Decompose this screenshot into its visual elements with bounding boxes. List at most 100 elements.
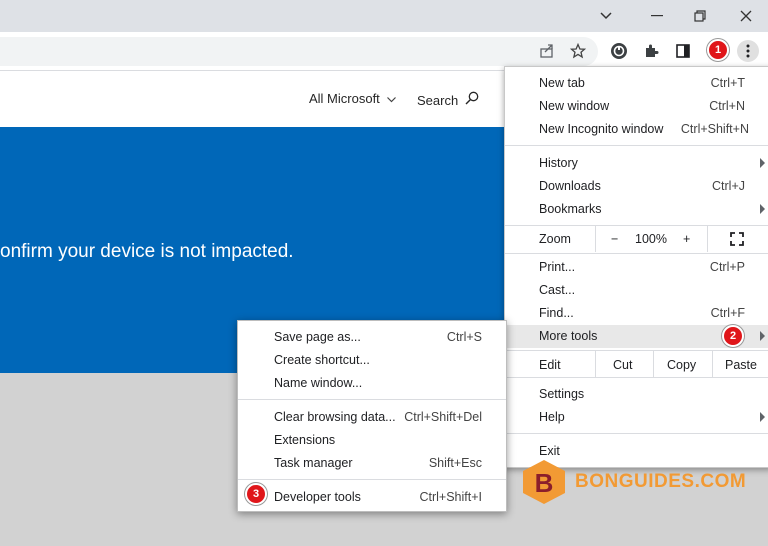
menu-item-shortcut: Ctrl+T (710, 76, 745, 90)
search-link[interactable]: Search (417, 91, 479, 108)
edit-label: Edit (539, 358, 561, 372)
menu-divider (505, 377, 768, 378)
side-panel-icon[interactable] (673, 41, 693, 61)
copy-button[interactable]: Copy (667, 358, 696, 372)
submenu-item-shortcut: Shift+Esc (428, 456, 482, 470)
all-microsoft-link[interactable]: All Microsoft (309, 91, 397, 106)
submenu-item-task-manager[interactable]: Task manager Shift+Esc (238, 452, 506, 474)
edit-divider (595, 350, 596, 378)
menu-item-label: Settings (539, 387, 585, 401)
menu-item-shortcut: Ctrl+N (709, 99, 745, 113)
minimize-button[interactable] (642, 5, 672, 27)
submenu-item-shortcut: Ctrl+Shift+Del (404, 410, 482, 424)
submenu-item-shortcut: Ctrl+Shift+I (419, 490, 482, 504)
menu-item-label: Bookmarks (539, 202, 602, 216)
submenu-item-developer-tools[interactable]: Developer tools Ctrl+Shift+I (238, 486, 506, 508)
address-bar[interactable] (0, 37, 598, 66)
submenu-item-label: Developer tools (274, 490, 361, 504)
search-label: Search (417, 93, 459, 108)
watermark-text: BONGUIDES.COM (575, 471, 747, 492)
menu-item-help[interactable]: Help (505, 406, 768, 429)
submenu-item-extensions[interactable]: Extensions (238, 429, 506, 451)
menu-item-shortcut: Ctrl+P (709, 260, 745, 274)
zoom-in-button[interactable]: + (683, 232, 690, 246)
menu-item-shortcut: Ctrl+Shift+N (680, 122, 749, 136)
submenu-item-label: Extensions (274, 433, 336, 447)
menu-item-label: Help (539, 410, 565, 424)
submenu-item-clear-browsing-data[interactable]: Clear browsing data... Ctrl+Shift+Del (238, 406, 506, 428)
menu-item-new-incognito[interactable]: New Incognito window Ctrl+Shift+N (505, 118, 768, 141)
title-bar (0, 0, 768, 32)
menu-divider (505, 253, 768, 254)
close-button[interactable] (731, 5, 761, 27)
bonguides-watermark: B BONGUIDES.COM (520, 459, 746, 505)
menu-divider (505, 433, 768, 434)
all-microsoft-label: All Microsoft (309, 91, 380, 106)
extension-circle-icon[interactable] (609, 41, 629, 61)
paste-button[interactable]: Paste (725, 358, 757, 372)
chrome-main-menu: New tab Ctrl+T New window Ctrl+N New Inc… (504, 66, 768, 468)
zoom-value: 100% (635, 232, 667, 246)
menu-item-bookmarks[interactable]: Bookmarks (505, 198, 768, 221)
menu-item-label: Exit (539, 444, 560, 458)
share-icon[interactable] (537, 41, 557, 61)
step-badge-1: 1 (707, 39, 729, 61)
menu-item-settings[interactable]: Settings (505, 383, 768, 406)
zoom-out-button[interactable]: − (611, 232, 618, 246)
zoom-label: Zoom (539, 232, 571, 246)
submenu-arrow-icon (760, 331, 765, 341)
submenu-item-name-window[interactable]: Name window... (238, 372, 506, 394)
menu-divider (505, 145, 768, 146)
bonguides-logo-icon: B (523, 460, 565, 504)
menu-item-new-tab[interactable]: New tab Ctrl+T (505, 72, 768, 95)
submenu-divider (238, 399, 506, 400)
submenu-item-create-shortcut[interactable]: Create shortcut... (238, 349, 506, 371)
more-tools-submenu: Save page as... Ctrl+S Create shortcut..… (237, 320, 507, 512)
restore-button[interactable] (685, 5, 715, 27)
submenu-item-label: Task manager (274, 456, 353, 470)
menu-item-print[interactable]: Print... Ctrl+P (505, 256, 768, 279)
menu-item-label: History (539, 156, 578, 170)
chevron-down-icon (387, 91, 397, 106)
menu-item-label: New window (539, 99, 610, 113)
menu-zoom-row: Zoom − 100% + (505, 225, 768, 252)
menu-item-label: Print... (539, 260, 576, 274)
menu-item-history[interactable]: History (505, 152, 768, 175)
kebab-menu-icon[interactable] (737, 40, 759, 62)
submenu-item-label: Clear browsing data... (274, 410, 396, 424)
submenu-item-label: Save page as... (274, 330, 361, 344)
menu-item-label: Cast... (539, 283, 576, 297)
submenu-item-shortcut: Ctrl+S (446, 330, 482, 344)
cut-button[interactable]: Cut (613, 358, 632, 372)
logo-letter: B (535, 468, 554, 498)
submenu-arrow-icon (760, 204, 765, 214)
menu-item-find[interactable]: Find... Ctrl+F (505, 302, 768, 325)
banner-text: onfirm your device is not impacted. (0, 241, 294, 262)
submenu-divider (238, 479, 506, 480)
submenu-arrow-icon (760, 158, 765, 168)
edit-divider (712, 350, 713, 378)
menu-item-label: Downloads (539, 179, 601, 193)
edit-divider (653, 350, 654, 378)
step-badge-3: 3 (245, 483, 267, 505)
submenu-item-save-page[interactable]: Save page as... Ctrl+S (238, 326, 506, 348)
star-icon[interactable] (568, 41, 588, 61)
menu-item-label: New Incognito window (539, 122, 664, 136)
menu-item-shortcut: Ctrl+J (712, 179, 745, 193)
menu-edit-row: Edit Cut Copy Paste (505, 350, 768, 378)
fullscreen-icon[interactable] (730, 232, 744, 249)
menu-item-new-window[interactable]: New window Ctrl+N (505, 95, 768, 118)
tab-search-chevron-icon[interactable] (591, 5, 621, 27)
menu-item-downloads[interactable]: Downloads Ctrl+J (505, 175, 768, 198)
menu-item-label: New tab (539, 76, 585, 90)
menu-divider (505, 225, 768, 226)
menu-item-label: Find... (539, 306, 574, 320)
submenu-item-label: Name window... (274, 376, 363, 390)
menu-divider (505, 350, 768, 351)
menu-item-shortcut: Ctrl+F (710, 306, 745, 320)
menu-item-cast[interactable]: Cast... (505, 279, 768, 302)
search-icon (465, 91, 479, 108)
puzzle-icon[interactable] (641, 41, 661, 61)
step-badge-2: 2 (722, 325, 744, 347)
zoom-divider (595, 225, 596, 252)
